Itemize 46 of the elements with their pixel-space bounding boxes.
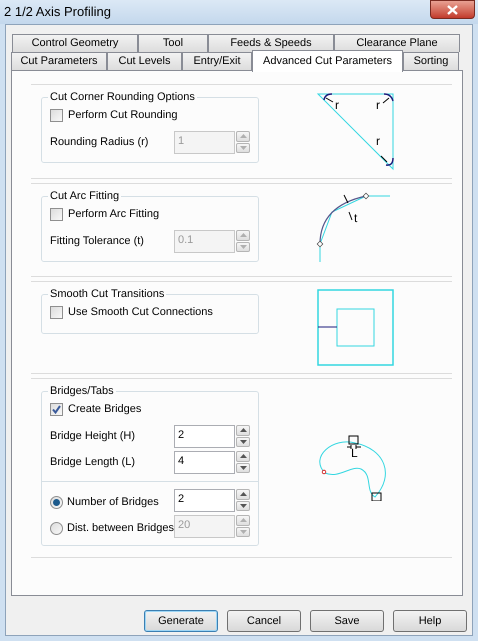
field-label: Bridge Length (L) [50, 454, 135, 470]
close-button[interactable] [430, 0, 475, 19]
group-title: Cut Arc Fitting [49, 189, 120, 204]
dialog-button[interactable]: Save [310, 610, 384, 632]
dimension-label: r [376, 98, 380, 112]
checkbox[interactable] [50, 109, 63, 122]
tab[interactable]: Feeds & Speeds [208, 34, 334, 52]
tab[interactable]: Clearance Plane [334, 34, 460, 52]
close-icon [447, 4, 458, 14]
checkbox-label: Perform Cut Rounding [68, 108, 178, 124]
dimension-label: L [350, 446, 358, 460]
checkbox[interactable] [50, 208, 63, 221]
tab[interactable]: Entry/Exit [182, 52, 252, 70]
dialog-button[interactable]: Cancel [227, 610, 301, 632]
dimension-label: r [376, 134, 380, 148]
radio-label: Dist. between Bridges [67, 520, 174, 536]
tab[interactable]: Control Geometry [12, 34, 138, 52]
number-field[interactable]: 2 [174, 488, 235, 512]
checkbox-label: Create Bridges [68, 402, 142, 418]
checkbox[interactable] [50, 403, 63, 416]
group-title: Bridges/Tabs [49, 384, 115, 399]
window-title: 2 1/2 Axis Profiling [4, 3, 111, 22]
dialog-button[interactable]: Help [393, 610, 467, 632]
number-field[interactable]: 2 [174, 424, 235, 448]
dimension-label: r [334, 98, 338, 112]
checkbox[interactable] [50, 306, 63, 319]
spin-buttons[interactable] [236, 425, 250, 447]
dialog-button[interactable]: Generate [144, 610, 218, 632]
number-field[interactable]: 4 [174, 450, 235, 474]
spin-buttons[interactable] [236, 489, 250, 511]
tab[interactable]: Advanced Cut Parameters [252, 50, 403, 72]
checkbox-label: Use Smooth Cut Connections [68, 305, 213, 320]
field-label: Fitting Tolerance (t) [50, 234, 144, 249]
group-title: Cut Corner Rounding Options [49, 90, 196, 105]
tab[interactable]: Cut Levels [107, 52, 182, 70]
field-label: Bridge Height (H) [50, 428, 135, 444]
radio-label: Number of Bridges [67, 494, 159, 510]
dimension-label: t [354, 211, 357, 225]
tab[interactable]: Sorting [403, 52, 459, 70]
field-label: Rounding Radius (r) [50, 134, 148, 150]
spin-buttons[interactable] [236, 451, 250, 473]
radio-button[interactable] [50, 496, 63, 508]
checkbox-label: Perform Arc Fitting [68, 207, 160, 222]
group-title: Smooth Cut Transitions [49, 287, 166, 302]
tab[interactable]: Cut Parameters [11, 52, 107, 70]
tab[interactable]: Tool [138, 34, 208, 52]
